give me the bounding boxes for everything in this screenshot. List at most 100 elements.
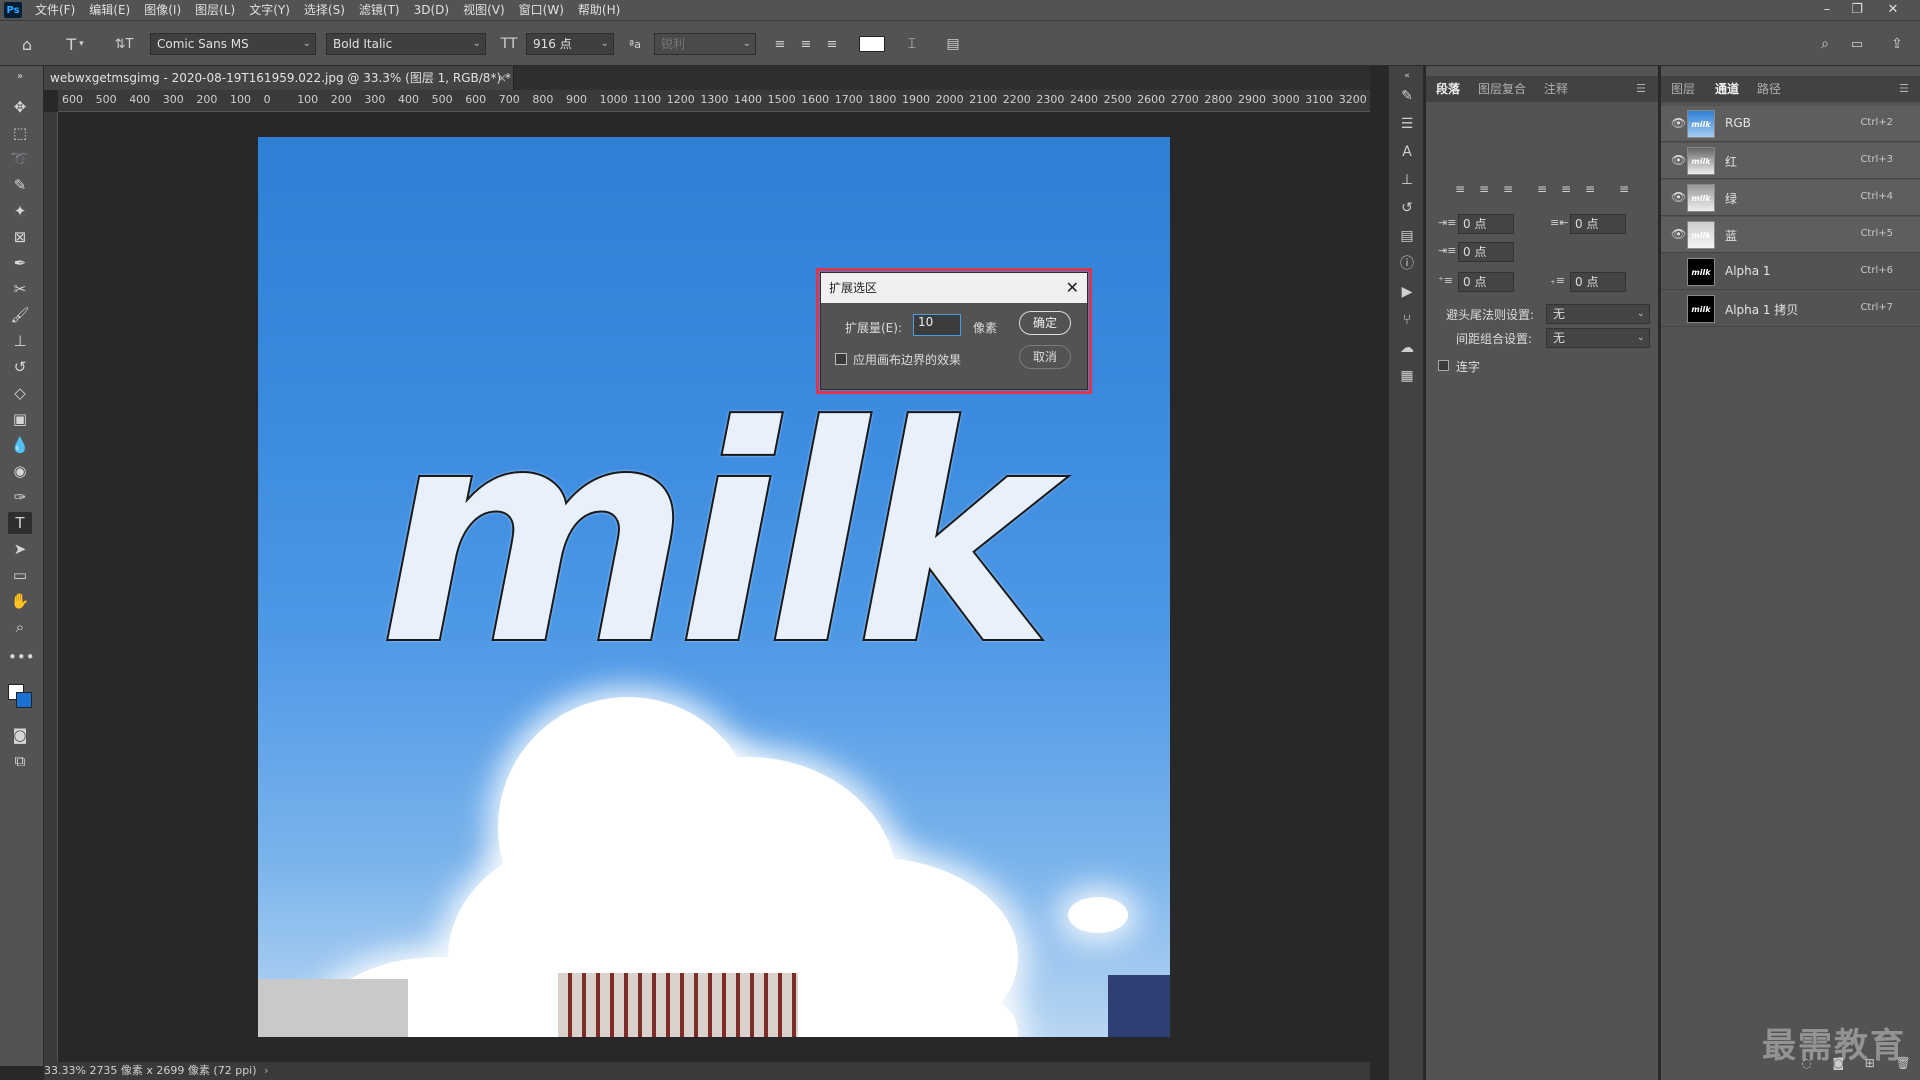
- brush-tool-icon[interactable]: 🖌: [8, 304, 32, 326]
- type-tool-icon[interactable]: T: [8, 512, 32, 534]
- collapse-toolbar-icon[interactable]: »: [8, 66, 32, 88]
- close-tab-icon[interactable]: ×: [497, 66, 507, 90]
- adjustments-icon[interactable]: ☰: [1397, 114, 1417, 134]
- clone-source-icon[interactable]: ⊥: [1397, 170, 1417, 190]
- channel-row-blue[interactable]: 👁 milk 蓝 Ctrl+5: [1661, 217, 1920, 253]
- character-panel-icon[interactable]: ▤: [942, 31, 964, 57]
- move-tool-icon[interactable]: ✥: [8, 96, 32, 118]
- ok-button[interactable]: 确定: [1019, 311, 1071, 335]
- justify-last-right-icon[interactable]: ≡: [1582, 182, 1598, 196]
- lasso-tool-icon[interactable]: ➰: [8, 148, 32, 170]
- brush-settings-icon[interactable]: ✎: [1397, 86, 1417, 106]
- canvas-milk-text[interactable]: milk: [377, 386, 1055, 688]
- info-icon[interactable]: ⓘ: [1397, 254, 1417, 274]
- menu-image[interactable]: 图像(I): [137, 0, 188, 20]
- magic-wand-tool-icon[interactable]: ✦: [8, 200, 32, 222]
- justify-all-icon[interactable]: ≡: [1616, 182, 1632, 196]
- menu-window[interactable]: 窗口(W): [512, 0, 571, 20]
- text-color-swatch[interactable]: [858, 31, 886, 57]
- gradient-tool-icon[interactable]: ▣: [8, 408, 32, 430]
- eye-hidden-icon[interactable]: [1671, 301, 1685, 315]
- space-after-input[interactable]: 0 点: [1570, 272, 1626, 292]
- close-window-button[interactable]: ✕: [1878, 0, 1908, 20]
- toggle-text-orientation-icon[interactable]: ⇅T: [112, 31, 136, 57]
- indent-right-input[interactable]: 0 点: [1570, 214, 1626, 234]
- channel-row-green[interactable]: 👁 milk 绿 Ctrl+4: [1661, 180, 1920, 216]
- menu-file[interactable]: 文件(F): [28, 0, 82, 20]
- eye-icon[interactable]: 👁: [1671, 153, 1686, 167]
- history-icon[interactable]: ↺: [1397, 198, 1417, 218]
- eye-hidden-icon[interactable]: [1671, 264, 1685, 278]
- tab-channels[interactable]: 通道: [1715, 76, 1739, 102]
- workspace-icon[interactable]: ▭: [1846, 31, 1868, 57]
- align-left-icon[interactable]: ≡: [770, 31, 790, 57]
- expand-amount-input[interactable]: 10: [913, 314, 961, 336]
- actions-icon[interactable]: ▶: [1397, 282, 1417, 302]
- minimize-button[interactable]: –: [1812, 0, 1842, 20]
- tab-paths[interactable]: 路径: [1757, 76, 1781, 102]
- color-swatches[interactable]: [8, 676, 32, 716]
- collapse-panels-icon[interactable]: «: [1397, 66, 1417, 86]
- marquee-tool-icon[interactable]: ⬚: [8, 122, 32, 144]
- justify-last-center-icon[interactable]: ≡: [1558, 182, 1574, 196]
- hyphenate-checkbox[interactable]: [1438, 360, 1449, 371]
- cancel-button[interactable]: 取消: [1019, 345, 1071, 369]
- menu-filter[interactable]: 滤镜(T): [352, 0, 407, 20]
- frame-tool-icon[interactable]: ⊠: [8, 226, 32, 248]
- rectangle-tool-icon[interactable]: ▭: [8, 564, 32, 586]
- font-size-select[interactable]: 916 点 ⌄: [526, 33, 614, 55]
- hand-tool-icon[interactable]: ✋: [8, 590, 32, 612]
- eye-icon[interactable]: 👁: [1671, 190, 1686, 204]
- channel-row-rgb[interactable]: 👁 milk RGB Ctrl+2: [1661, 106, 1920, 142]
- eyedropper-tool-icon[interactable]: ✒: [8, 252, 32, 274]
- indent-left-input[interactable]: 0 点: [1458, 214, 1514, 234]
- table-icon[interactable]: ▦: [1397, 366, 1417, 386]
- align-center-icon[interactable]: ≡: [796, 31, 816, 57]
- channel-row-red[interactable]: 👁 milk 红 Ctrl+3: [1661, 143, 1920, 179]
- panel-menu-icon[interactable]: ☰: [1636, 76, 1646, 102]
- eye-icon[interactable]: 👁: [1671, 227, 1686, 241]
- zoom-tool-icon[interactable]: ⌕: [8, 616, 32, 638]
- align-center-icon[interactable]: ≡: [1476, 182, 1492, 196]
- align-right-icon[interactable]: ≡: [1500, 182, 1516, 196]
- kinsoku-select[interactable]: 无 ⌄: [1546, 304, 1650, 324]
- eraser-tool-icon[interactable]: ◇: [8, 382, 32, 404]
- indent-first-line-input[interactable]: 0 点: [1458, 242, 1514, 262]
- align-right-icon[interactable]: ≡: [822, 31, 842, 57]
- menu-help[interactable]: 帮助(H): [571, 0, 627, 20]
- quick-mask-icon[interactable]: ◙: [8, 724, 32, 746]
- history-brush-tool-icon[interactable]: ↺: [8, 356, 32, 378]
- menu-layer[interactable]: 图层(L): [188, 0, 242, 20]
- menu-view[interactable]: 视图(V): [456, 0, 512, 20]
- mojikumi-select[interactable]: 无 ⌄: [1546, 328, 1650, 348]
- font-family-select[interactable]: Comic Sans MS ⌄: [150, 33, 316, 55]
- document-tab[interactable]: webwxgetmsgimg - 2020-08-19T161959.022.j…: [44, 66, 514, 90]
- menu-edit[interactable]: 编辑(E): [82, 0, 137, 20]
- panel-menu-icon[interactable]: ☰: [1899, 76, 1909, 102]
- menu-select[interactable]: 选择(S): [297, 0, 352, 20]
- path-select-tool-icon[interactable]: ➤: [8, 538, 32, 560]
- anti-alias-select[interactable]: 锐利 ⌄: [654, 33, 756, 55]
- tab-layer-comps[interactable]: 图层复合: [1478, 76, 1526, 102]
- properties-icon[interactable]: ▤: [1397, 226, 1417, 246]
- eye-icon[interactable]: 👁: [1671, 116, 1686, 130]
- apply-canvas-bounds-checkbox[interactable]: [835, 353, 847, 365]
- home-icon[interactable]: ⌂: [14, 31, 40, 57]
- menu-type[interactable]: 文字(Y): [242, 0, 297, 20]
- quick-select-tool-icon[interactable]: ✎: [8, 174, 32, 196]
- channel-row-alpha-1[interactable]: milk Alpha 1 Ctrl+6: [1661, 254, 1920, 290]
- 3d-icon[interactable]: ☁: [1397, 338, 1417, 358]
- tab-notes[interactable]: 注释: [1544, 76, 1568, 102]
- space-before-input[interactable]: 0 点: [1458, 272, 1514, 292]
- stamp-tool-icon[interactable]: ⊥: [8, 330, 32, 352]
- restore-button[interactable]: ❐: [1842, 0, 1872, 20]
- warp-text-icon[interactable]: ⌶: [902, 31, 922, 57]
- more-tools-icon[interactable]: •••: [8, 646, 35, 668]
- menu-3d[interactable]: 3D(D): [407, 0, 456, 20]
- channel-row-alpha-1-copy[interactable]: milk Alpha 1 拷贝 Ctrl+7: [1661, 291, 1920, 327]
- type-tool-preset-icon[interactable]: T ▾: [60, 31, 90, 57]
- align-left-icon[interactable]: ≡: [1452, 182, 1468, 196]
- search-icon[interactable]: ⌕: [1814, 31, 1836, 57]
- close-icon[interactable]: ✕: [1066, 273, 1079, 303]
- paths-icon[interactable]: ⑂: [1397, 310, 1417, 330]
